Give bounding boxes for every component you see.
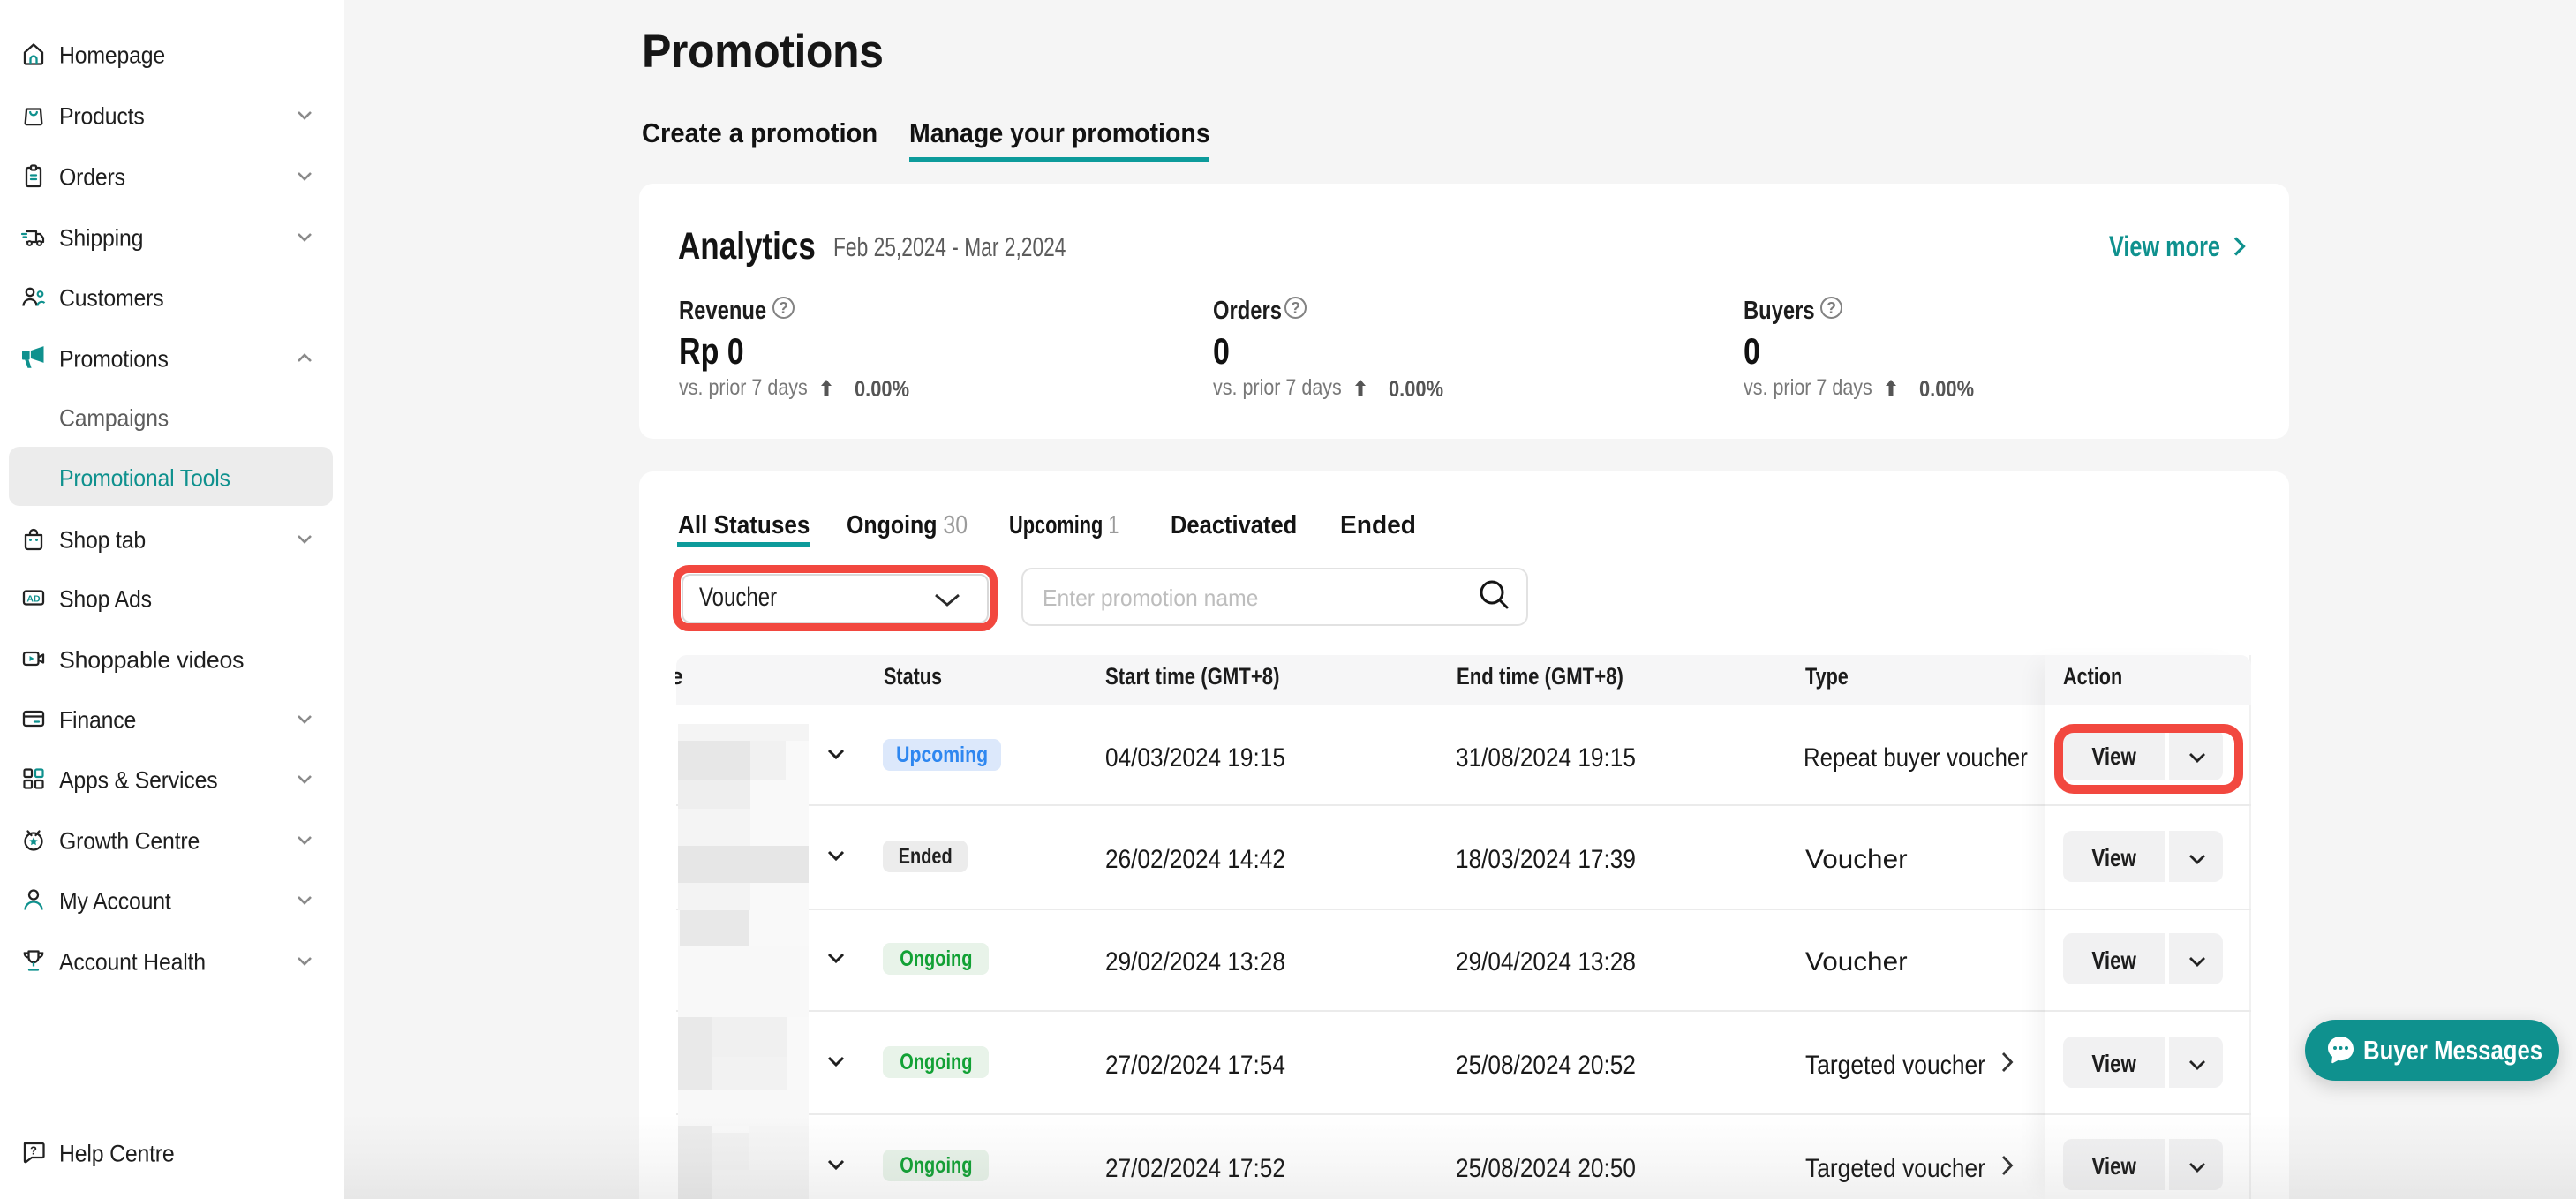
svg-text:?: ?: [30, 1144, 37, 1158]
svg-text:AD: AD: [26, 594, 41, 605]
